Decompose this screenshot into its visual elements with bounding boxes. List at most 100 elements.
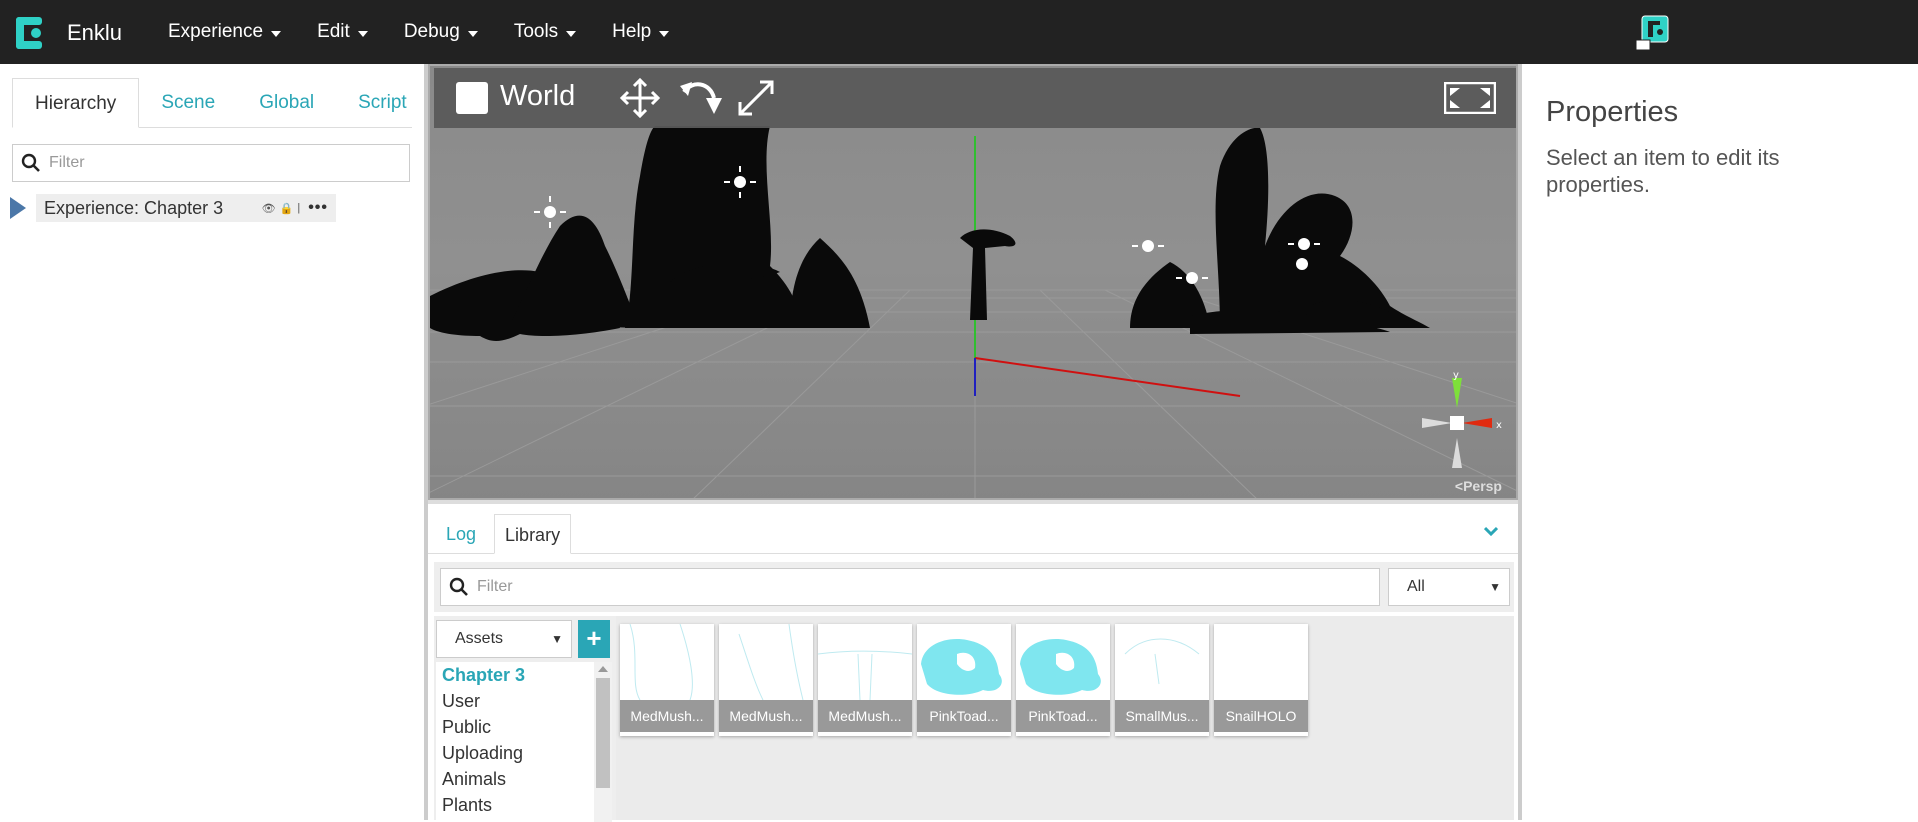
asset-card[interactable]: PinkToad... bbox=[1016, 624, 1110, 736]
tab-library[interactable]: Library bbox=[494, 514, 572, 554]
asset-source-select[interactable]: Assets ▼ bbox=[436, 620, 572, 658]
menu-help[interactable]: Help bbox=[594, 0, 687, 64]
caret-down-icon bbox=[357, 30, 368, 37]
search-icon bbox=[21, 153, 40, 172]
tab-log[interactable]: Log bbox=[436, 514, 486, 553]
hierarchy-filter-input[interactable] bbox=[49, 154, 379, 172]
asset-label: PinkToad... bbox=[917, 700, 1011, 732]
divider: | bbox=[297, 202, 301, 214]
asset-thumbnail bbox=[738, 624, 804, 700]
top-bar: Enklu Experience Edit Debug Tools Help bbox=[0, 0, 1918, 64]
hierarchy-tree-row: Experience: Chapter 3 👁 🔒 | ••• bbox=[10, 194, 336, 222]
library-type-select-value: All bbox=[1407, 578, 1425, 595]
caret-down-icon bbox=[271, 30, 282, 37]
expand-arrow-icon[interactable] bbox=[10, 197, 26, 219]
menu-edit[interactable]: Edit bbox=[299, 0, 386, 64]
scroll-up-icon[interactable] bbox=[598, 666, 608, 672]
rotate-icon[interactable] bbox=[678, 76, 722, 120]
dropdown-arrow-icon: ▼ bbox=[1489, 580, 1501, 594]
menu-debug[interactable]: Debug bbox=[386, 0, 496, 64]
gizmo-y-label: y bbox=[1453, 370, 1459, 381]
asset-label: MedMush... bbox=[719, 700, 813, 732]
assets-area: Assets ▼ + Chapter 3 User Public Uploadi… bbox=[434, 616, 1514, 822]
tab-scene[interactable]: Scene bbox=[139, 78, 237, 127]
scene-render: y x bbox=[430, 66, 1516, 498]
asset-thumbnail bbox=[629, 624, 693, 700]
asset-card[interactable]: SmallMus... bbox=[1115, 624, 1209, 736]
folder-item[interactable]: Public bbox=[436, 714, 596, 740]
properties-hint: Select an item to edit its properties. bbox=[1546, 145, 1780, 197]
add-asset-button[interactable]: + bbox=[578, 620, 610, 658]
world-label: World bbox=[500, 80, 576, 112]
lock-icon[interactable]: 🔒 bbox=[280, 202, 294, 215]
folder-item[interactable]: Animals bbox=[436, 766, 596, 792]
menu-experience-label: Experience bbox=[168, 21, 264, 42]
asset-card[interactable]: SnailHOLO bbox=[1214, 624, 1308, 736]
asset-card[interactable]: MedMush... bbox=[818, 624, 912, 736]
library-filter-input[interactable] bbox=[477, 578, 1357, 596]
bottom-tabs: Log Library bbox=[428, 514, 1518, 554]
menu-debug-label: Debug bbox=[403, 21, 460, 42]
perspective-label[interactable]: <Persp bbox=[1455, 478, 1502, 494]
scroll-thumb[interactable] bbox=[596, 678, 610, 788]
folder-scrollbar[interactable] bbox=[594, 662, 612, 822]
scale-icon[interactable] bbox=[734, 76, 778, 120]
app-name: Enklu bbox=[67, 20, 123, 45]
library-filter bbox=[440, 568, 1380, 606]
main-menu: Experience Edit Debug Tools Help bbox=[150, 0, 687, 64]
bottom-panel: Log Library All ▼ Assets ▼ + Chapter 3 U… bbox=[428, 504, 1518, 822]
asset-label: SnailHOLO bbox=[1214, 700, 1308, 732]
asset-thumbnail bbox=[1020, 639, 1101, 695]
asset-thumbnail bbox=[1124, 638, 1200, 685]
left-tabs: Hierarchy Scene Global Script bbox=[12, 78, 412, 128]
asset-card[interactable]: PinkToad... bbox=[917, 624, 1011, 736]
folder-item[interactable]: User bbox=[436, 688, 596, 714]
fullscreen-icon[interactable] bbox=[1444, 82, 1496, 114]
folder-item[interactable]: Uploading bbox=[436, 740, 596, 766]
tab-global[interactable]: Global bbox=[237, 78, 336, 127]
eye-icon[interactable]: 👁 bbox=[262, 202, 276, 215]
dropdown-arrow-icon: ▼ bbox=[551, 632, 563, 646]
viewport-toolbar: World bbox=[434, 68, 1516, 128]
enklu-logo-icon[interactable] bbox=[16, 17, 46, 49]
tree-node-experience[interactable]: Experience: Chapter 3 👁 🔒 | ••• bbox=[36, 194, 336, 222]
menu-edit-label: Edit bbox=[317, 21, 350, 42]
more-options-icon[interactable]: ••• bbox=[308, 199, 328, 217]
asset-label: MedMush... bbox=[818, 700, 912, 732]
scene-viewport[interactable]: y x World <Persp bbox=[428, 64, 1518, 500]
menu-tools[interactable]: Tools bbox=[496, 0, 594, 64]
left-panel: Hierarchy Scene Global Script Experience… bbox=[0, 64, 424, 820]
asset-label: SmallMus... bbox=[1115, 700, 1209, 732]
properties-panel: Properties Select an item to edit its pr… bbox=[1522, 64, 1918, 820]
asset-thumbnail bbox=[921, 639, 1002, 695]
asset-card[interactable]: MedMush... bbox=[719, 624, 813, 736]
asset-source-select-value: Assets bbox=[455, 630, 504, 647]
move-icon[interactable] bbox=[618, 76, 662, 120]
menu-help-label: Help bbox=[612, 21, 652, 42]
gizmo-x-label: x bbox=[1496, 420, 1502, 431]
asset-card[interactable]: MedMush... bbox=[620, 624, 714, 736]
library-type-select[interactable]: All ▼ bbox=[1388, 568, 1510, 606]
perspective-label-text: Persp bbox=[1463, 478, 1502, 494]
caret-down-icon bbox=[566, 30, 577, 37]
asset-thumbnail bbox=[818, 650, 912, 700]
properties-title: Properties bbox=[1546, 96, 1679, 128]
caret-down-icon bbox=[467, 30, 478, 37]
menu-tools-label: Tools bbox=[513, 21, 559, 42]
world-checkbox[interactable] bbox=[456, 82, 488, 114]
asset-thumbnail bbox=[1214, 624, 1308, 700]
folder-item[interactable]: Chapter 3 bbox=[436, 662, 596, 688]
folder-item[interactable]: Plants bbox=[436, 792, 596, 818]
menu-experience[interactable]: Experience bbox=[150, 0, 299, 64]
folder-list: Chapter 3 User Public Uploading Animals … bbox=[436, 662, 596, 822]
hierarchy-filter bbox=[12, 144, 410, 182]
user-avatar-icon[interactable] bbox=[1636, 14, 1670, 52]
tab-hierarchy[interactable]: Hierarchy bbox=[12, 78, 140, 128]
tab-script[interactable]: Script bbox=[336, 78, 429, 127]
asset-grid: MedMush... MedMush... MedMush... PinkToa… bbox=[616, 616, 1514, 820]
tree-node-label: Experience: Chapter 3 bbox=[44, 197, 224, 218]
asset-label: MedMush... bbox=[620, 700, 714, 732]
caret-down-icon bbox=[659, 30, 670, 37]
search-icon bbox=[449, 577, 468, 596]
chevron-down-icon[interactable] bbox=[1484, 526, 1498, 536]
